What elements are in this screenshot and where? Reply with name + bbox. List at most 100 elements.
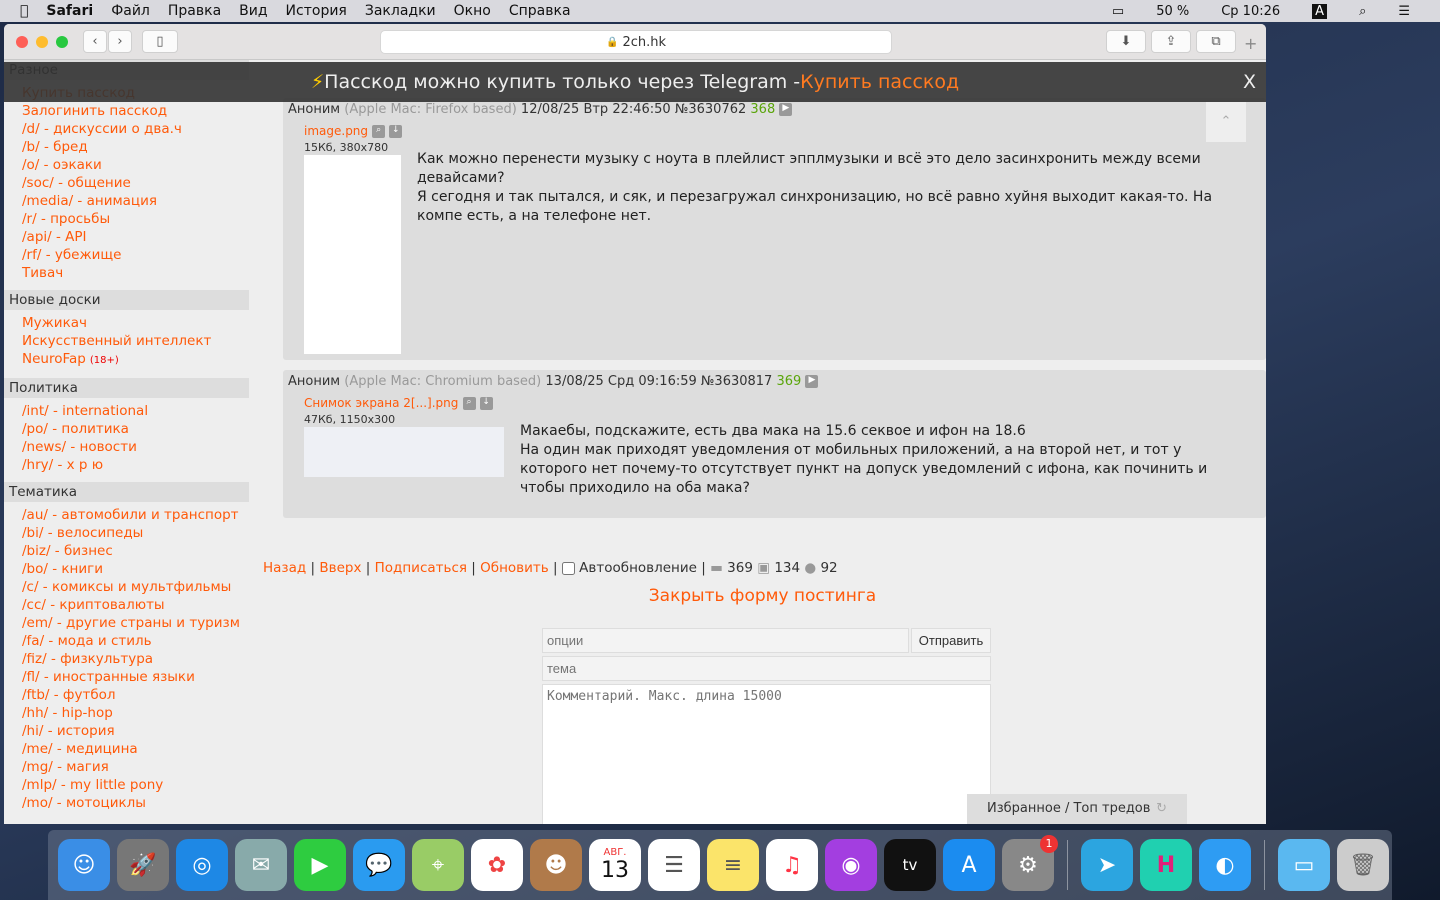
sidebar-board-link[interactable]: /me/ - медицина [4,740,249,758]
share-icon[interactable]: ⇪ [1151,30,1191,53]
address-bar[interactable]: 🔒 2ch.hk [380,30,892,54]
sidebar-board-link[interactable]: /biz/ - бизнес [4,542,249,560]
sidebar-board-link[interactable]: /hi/ - история [4,722,249,740]
sidebar-board-link[interactable]: /b/ - бред [4,138,249,156]
file-link[interactable]: Снимок экрана 2[...].png [304,396,458,410]
sidebar-board-link[interactable]: /bi/ - велосипеды [4,524,249,542]
new-tab-icon[interactable]: + [1244,34,1257,53]
messages-icon[interactable]: 💬 [353,839,405,891]
input-source[interactable]: A [1312,3,1328,19]
scroll-up-icon[interactable]: ⌃ [1206,102,1246,142]
favorites-panel[interactable]: Избранное / Топ тредов ↻ [967,794,1187,824]
post-number[interactable]: №3630762 [675,102,746,117]
downloads-icon[interactable]: ⬇ [1106,30,1146,53]
back-link[interactable]: Назад [263,560,306,576]
play-icon[interactable]: ▶ [779,103,793,116]
menu-app[interactable]: Safari [46,3,93,19]
sidebar-board-link[interactable]: /fl/ - иностранные языки [4,668,249,686]
sidebar-board-link[interactable]: /bo/ - книги [4,560,249,578]
maps-icon[interactable]: ⌖ [412,839,464,891]
sidebar-board-link[interactable]: /o/ - оэкаки [4,156,249,174]
download-icon[interactable]: ↓ [479,397,493,410]
sidebar-board-link[interactable]: Тивач [4,264,249,282]
sidebar-board-link[interactable]: /mo/ - мотоциклы [4,794,249,812]
sidebar-board-link[interactable]: /fa/ - мода и стиль [4,632,249,650]
sidebar-board-link[interactable]: /d/ - дискуссии о два.ч [4,120,249,138]
sidebar-board-link[interactable]: /em/ - другие страны и туризм [4,614,249,632]
sidebar-board-link[interactable]: /r/ - просьбы [4,210,249,228]
sidebar-board-link[interactable]: Искусственный интеллект [4,332,249,350]
sidebar-board-link[interactable]: /au/ - автомобили и транспорт [4,506,249,524]
telegram-icon[interactable]: ➤ [1081,839,1133,891]
menu-history[interactable]: История [286,3,347,19]
subscribe-link[interactable]: Подписаться [375,560,467,576]
options-input[interactable] [542,628,909,653]
menu-file[interactable]: Файл [111,3,150,19]
sidebar-board-link[interactable]: /media/ - анимация [4,192,249,210]
trash-icon[interactable]: 🗑 [1337,839,1389,891]
safari-icon[interactable]: ◎ [176,839,228,891]
contacts-icon[interactable]: ☻ [530,839,582,891]
sidebar-board-link[interactable]: /c/ - комиксы и мультфильмы [4,578,249,596]
sidebar-board-link[interactable]: /mg/ - магия [4,758,249,776]
submit-button[interactable]: Отправить [911,628,991,653]
sidebar-board-link[interactable]: /hry/ - х р ю [4,456,249,474]
sidebar-board-link[interactable]: /news/ - новости [4,438,249,456]
menu-edit[interactable]: Правка [168,3,221,19]
menu-view[interactable]: Вид [239,3,267,19]
spotlight-icon[interactable]: ⌕ [1359,4,1366,19]
sidebar-board-link[interactable]: /po/ - политика [4,420,249,438]
facetime-icon[interactable]: ▶ [294,839,346,891]
sidebar-board-link[interactable]: /mlp/ - my little pony [4,776,249,794]
podcasts-icon[interactable]: ◉ [825,839,877,891]
app-store-icon[interactable]: A [943,839,995,891]
sidebar-board-link[interactable]: /cc/ - криптовалюты [4,596,249,614]
forward-icon[interactable]: › [108,30,132,53]
apple-icon[interactable]:  [20,3,28,19]
minimize-button[interactable] [36,36,48,48]
control-center-icon[interactable]: ☰ [1398,4,1410,19]
launchpad-icon[interactable]: 🚀 [117,839,169,891]
refresh-icon[interactable]: ↻ [1156,801,1167,816]
mail-icon[interactable]: ✉ [235,839,287,891]
reminders-icon[interactable]: ☰ [648,839,700,891]
battery-text[interactable]: 50 % [1156,4,1189,19]
close-form-link[interactable]: Закрыть форму постинга [259,586,1266,606]
sidebar-board-link[interactable]: NeuroFap (18+) [4,350,249,370]
refresh-link[interactable]: Обновить [480,560,549,576]
thumbnail[interactable] [304,427,504,477]
file-link[interactable]: image.png [304,124,368,138]
menu-help[interactable]: Справка [509,3,571,19]
buy-passcode-link[interactable]: Купить пасскод [800,71,959,93]
sidebar-board-link[interactable]: /fiz/ - физкультура [4,650,249,668]
tv-icon[interactable]: tv [884,839,936,891]
clock[interactable]: Ср 10:26 [1221,4,1280,19]
menu-window[interactable]: Окно [454,3,491,19]
comment-textarea[interactable] [542,684,991,824]
search-image-icon[interactable]: ⌕ [462,397,476,410]
download-icon[interactable]: ↓ [389,125,403,138]
sidebar-board-link[interactable]: Мужикач [4,314,249,332]
sidebar-board-link[interactable]: /api/ - API [4,228,249,246]
downloads-folder-icon[interactable]: ▭ [1278,839,1330,891]
search-image-icon[interactable]: ⌕ [372,125,386,138]
compass-app-icon[interactable]: ◐ [1199,839,1251,891]
play-icon[interactable]: ▶ [805,375,819,388]
subject-input[interactable] [542,656,991,681]
finder-icon[interactable]: ☺ [58,839,110,891]
sidebar-board-link[interactable]: /rf/ - убежище [4,246,249,264]
music-icon[interactable]: ♫ [766,839,818,891]
sidebar-board-link[interactable]: /hh/ - hip-hop [4,704,249,722]
sidebar-board-link[interactable]: /ftb/ - футбол [4,686,249,704]
sidebar-board-link[interactable]: /int/ - international [4,402,249,420]
calendar-icon[interactable]: АВГ. 13 [589,839,641,891]
post-number[interactable]: №3630817 [701,374,772,389]
thumbnail[interactable] [304,155,401,354]
sidebar-toggle-icon[interactable]: ▯ [142,30,178,53]
notes-icon[interactable]: ≡ [707,839,759,891]
tabs-icon[interactable]: ⧉ [1196,30,1236,53]
airplay-icon[interactable]: ▭ [1112,4,1124,19]
sidebar-board-link[interactable]: Залогинить пасскод [4,102,249,120]
menu-bookmarks[interactable]: Закладки [365,3,436,19]
h-app-icon[interactable]: H [1140,839,1192,891]
